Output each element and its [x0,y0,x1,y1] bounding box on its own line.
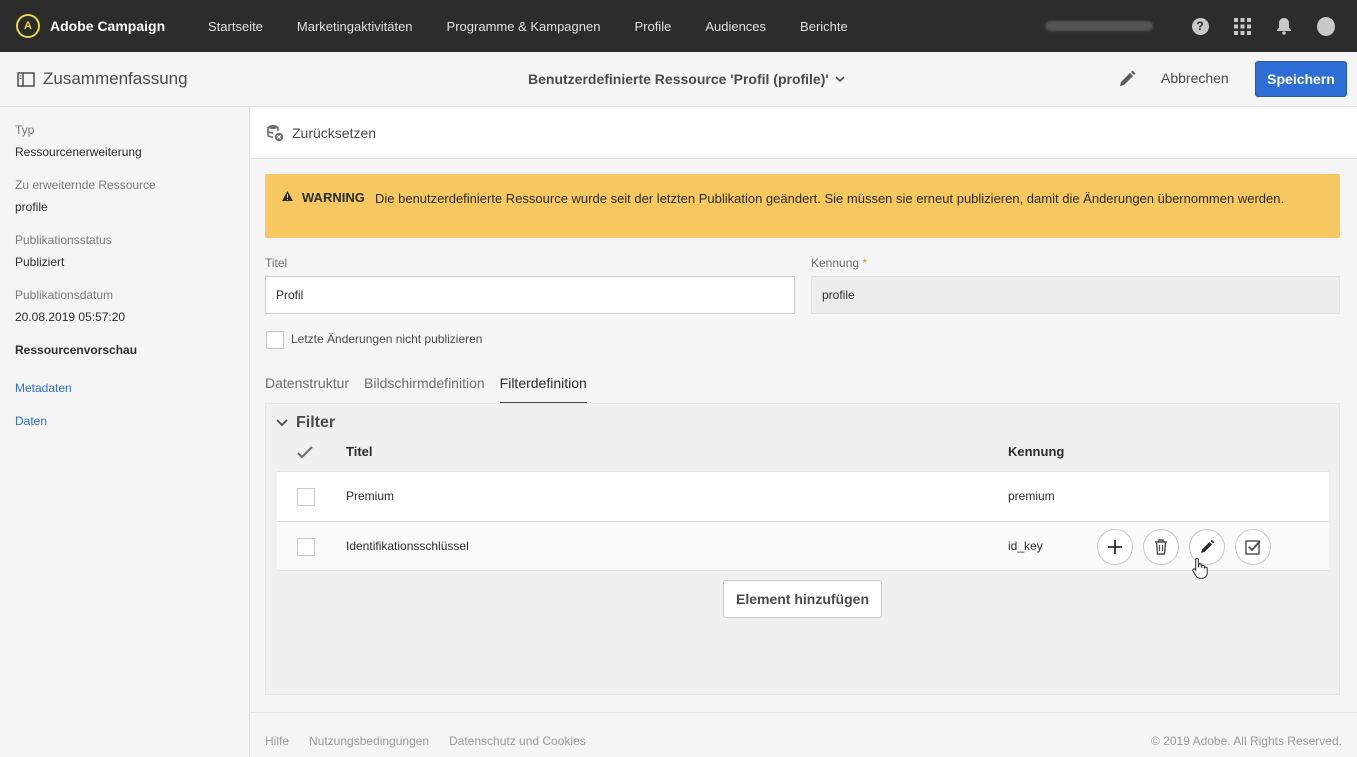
warning-message: Die benutzerdefinierte Ressource wurde s… [375,191,1285,206]
trash-icon [1155,539,1167,555]
brand[interactable]: A Adobe Campaign [16,14,208,38]
reset-bar: Zurücksetzen [250,107,1357,159]
validate-row-button[interactable] [1235,529,1271,565]
title-input[interactable]: Profil [265,276,795,314]
footer-link-help[interactable]: Hilfe [265,734,289,748]
warning-title: WARNING [302,190,365,205]
save-button[interactable]: Speichern [1255,61,1347,97]
cancel-button[interactable]: Abbrechen [1161,70,1229,86]
delete-row-button[interactable] [1143,529,1179,565]
summary-toggle[interactable]: Zusammenfassung [17,69,188,89]
edit-pencil-icon[interactable] [1117,69,1137,92]
nav-item-programme-kampagnen[interactable]: Programme & Kampagnen [447,19,601,34]
tab-datenstruktur[interactable]: Datenstruktur [265,372,349,404]
top-right-tools: ? [1045,0,1335,52]
publication-date-value: 20.08.2019 05:57:20 [15,310,126,324]
table-row[interactable]: Premium premium [277,471,1329,521]
id-field-label: Kennung * [811,256,867,270]
warning-triangle-icon [282,191,293,201]
no-publish-checkbox[interactable] [266,331,284,349]
user-avatar[interactable] [1317,16,1335,36]
tab-bar: Datenstruktur Bildschirmdefinition Filte… [265,372,602,404]
chevron-down-icon [276,419,288,427]
resource-title-dropdown[interactable]: Benutzerdefinierte Ressource 'Profil (pr… [528,71,845,87]
metadata-link[interactable]: Metadaten [15,381,72,395]
publication-status-value: Publiziert [15,255,65,269]
row-checkbox[interactable] [297,538,315,556]
main-content: Zurücksetzen WARNING Die benutzerdefinie… [250,107,1357,757]
row-id: premium [1008,489,1055,503]
add-element-button[interactable]: Element hinzufügen [723,580,882,618]
select-all-check-icon[interactable] [297,446,313,459]
resource-title: Benutzerdefinierte Ressource 'Profil (pr… [528,71,829,87]
copyright: © 2019 Adobe. All Rights Reserved. [1151,734,1342,748]
type-label: Typ [15,123,35,137]
help-glyph: ? [1191,17,1209,35]
column-header-id[interactable]: Kennung [1008,444,1064,459]
footer: Hilfe Nutzungsbedingungen Datenschutz un… [250,712,1357,757]
nav-item-startseite[interactable]: Startseite [208,19,263,34]
brand-name: Adobe Campaign [50,18,166,34]
filter-panel: Filter Titel Kennung Premium premium Ide… [265,403,1340,695]
column-header-title[interactable]: Titel [346,444,373,459]
no-publish-label: Letzte Änderungen nicht publizieren [291,332,483,346]
tab-bildschirmdefinition[interactable]: Bildschirmdefinition [364,372,485,404]
filter-section-title: Filter [296,414,336,431]
filter-section-toggle[interactable]: Filter [276,414,335,432]
publication-date-label: Publikationsdatum [15,288,114,302]
publication-status-label: Publikationsstatus [15,233,112,247]
add-row-button[interactable] [1097,529,1133,565]
user-name-blurred [1045,21,1153,31]
nav-item-berichte[interactable]: Berichte [800,19,848,34]
required-marker: * [862,256,868,270]
plus-icon [1108,540,1122,554]
summary-label: Zusammenfassung [43,69,188,88]
row-title: Premium [346,489,395,503]
notification-bell-icon[interactable] [1275,17,1293,35]
resource-preview-heading: Ressourcenvorschau [15,343,138,357]
resource-label: Zu erweiternde Ressource [15,178,156,192]
top-bar: A Adobe Campaign Startseite Marketingakt… [0,0,1357,52]
resource-value: profile [15,200,48,214]
sidebar-panel-icon [17,71,35,87]
row-title: Identifikationsschlüssel [346,539,469,553]
checkbox-check-icon [1245,540,1261,555]
summary-sidebar: Typ Ressourcenerweiterung Zu erweiternde… [0,107,250,757]
id-field-label-text: Kennung [811,256,860,270]
database-reset-icon[interactable] [266,124,284,142]
table-row[interactable]: Identifikationsschlüssel id_key [277,521,1329,571]
apps-grid-icon[interactable] [1233,17,1251,35]
nav-item-marketingaktivitaeten[interactable]: Marketingaktivitäten [297,19,413,34]
id-input[interactable]: profile [811,276,1340,314]
adobe-campaign-logo-icon: A [16,14,40,38]
type-value: Ressourcenerweiterung [15,145,142,159]
hand-cursor-icon [1192,557,1208,579]
nav-item-audiences[interactable]: Audiences [705,19,766,34]
data-link[interactable]: Daten [15,414,47,428]
tab-filterdefinition[interactable]: Filterdefinition [499,372,587,404]
row-checkbox[interactable] [297,488,315,506]
chevron-down-icon [835,75,845,82]
main-nav: Startseite Marketingaktivitäten Programm… [208,19,882,34]
footer-link-terms[interactable]: Nutzungsbedingungen [309,734,429,748]
nav-item-profile[interactable]: Profile [634,19,671,34]
footer-link-privacy[interactable]: Datenschutz und Cookies [449,734,586,748]
title-field-label: Titel [265,256,288,270]
avatar-icon [1317,16,1335,36]
pencil-icon [1201,539,1215,553]
help-icon[interactable]: ? [1191,17,1209,35]
reset-button[interactable]: Zurücksetzen [292,125,376,141]
sub-header: Zusammenfassung Benutzerdefinierte Resso… [0,52,1357,107]
row-id: id_key [1008,539,1043,553]
warning-banner: WARNING Die benutzerdefinierte Ressource… [265,174,1340,238]
